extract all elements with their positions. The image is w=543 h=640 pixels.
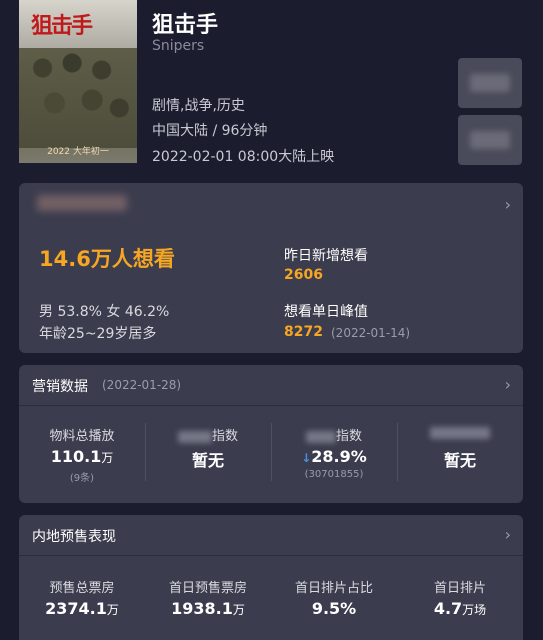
- divider: [19, 555, 523, 556]
- metric-value: ↓28.9%: [301, 447, 367, 466]
- metric-label: 首日排片占比: [294, 581, 373, 596]
- metric-sub: (9条): [69, 473, 95, 484]
- metric-value: 暂无: [191, 451, 224, 470]
- poster-date: 2022 大年初一: [47, 147, 109, 157]
- marketing-title: 营销数据: [32, 379, 88, 395]
- marketing-card[interactable]: 营销数据 (2022-01-28) › 物料总播放 110.1万 (9条) 指数…: [19, 365, 523, 503]
- want-button-label: [470, 74, 510, 92]
- metric-value: 暂无: [443, 451, 476, 470]
- metric-first-day-share: 首日排片占比 9.5%: [271, 577, 397, 618]
- metric-value: 9.5%: [311, 599, 357, 618]
- metric-index-4: 暂无: [397, 425, 523, 471]
- metric-material-plays: 物料总播放 110.1万 (9条): [19, 425, 145, 484]
- want-card[interactable]: › 14.6万人想看 男 53.8% 女 46.2% 年龄25~29岁居多 昨日…: [19, 183, 523, 353]
- metric-label: 物料总播放: [49, 429, 115, 444]
- chevron-right-icon[interactable]: ›: [505, 195, 511, 214]
- presale-card[interactable]: 内地预售表现 › 预售总票房 2374.1万 首日预售票房 1938.1万 首日…: [19, 515, 523, 640]
- age-distribution: 年龄25~29岁居多: [39, 326, 157, 342]
- poster-logo: 狙击手: [31, 13, 93, 39]
- yesterday-new-value: 2606: [284, 267, 323, 283]
- movie-poster[interactable]: 狙击手 2022 大年初一: [19, 0, 137, 163]
- metric-sub: (30701855): [304, 469, 364, 480]
- metric-value: 1938.1万: [171, 599, 245, 618]
- gender-ratio: 男 53.8% 女 46.2%: [39, 304, 170, 320]
- metric-first-day-shows: 首日排片 4.7万场: [397, 577, 523, 618]
- metric-label: 首日预售票房: [168, 581, 247, 596]
- metric-presale-box-office: 预售总票房 2374.1万: [19, 577, 145, 618]
- movie-title: 狙击手: [152, 13, 219, 38]
- rate-button[interactable]: [458, 115, 522, 165]
- presale-title: 内地预售表现: [32, 529, 116, 545]
- movie-english-title: Snipers: [152, 38, 205, 54]
- metric-label: 预售总票房: [49, 581, 115, 596]
- peak-label: 想看单日峰值: [284, 304, 368, 320]
- movie-region-duration: 中国大陆 / 96分钟: [152, 123, 268, 139]
- divider: [19, 405, 523, 406]
- poster-soldiers: [19, 48, 137, 148]
- metric-value: 2374.1万: [45, 599, 119, 618]
- metric-value: 110.1万: [50, 447, 114, 466]
- marketing-date: (2022-01-28): [102, 378, 182, 392]
- metric-label: 指数: [145, 425, 271, 444]
- metric-index-2: 指数 暂无: [145, 425, 271, 471]
- rate-button-label: [470, 131, 510, 149]
- want-count: 14.6万人想看: [39, 247, 175, 271]
- metric-index-3: 指数 ↓28.9% (30701855): [271, 425, 397, 480]
- peak-value: 8272: [284, 324, 323, 340]
- metric-value: 4.7万场: [433, 599, 487, 618]
- peak-date: (2022-01-14): [331, 326, 411, 340]
- metric-label: 指数: [271, 425, 397, 444]
- down-arrow-icon: ↓: [301, 451, 312, 465]
- metric-label: [397, 425, 523, 443]
- metric-label: 首日排片: [433, 581, 486, 596]
- metric-first-day-presale: 首日预售票房 1938.1万: [145, 577, 271, 618]
- want-card-title: [37, 195, 127, 211]
- movie-release: 2022-02-01 08:00大陆上映: [152, 149, 335, 165]
- yesterday-new-label: 昨日新增想看: [284, 248, 368, 264]
- want-button[interactable]: [458, 58, 522, 108]
- chevron-right-icon[interactable]: ›: [505, 375, 511, 394]
- movie-genre: 剧情,战争,历史: [152, 98, 245, 114]
- chevron-right-icon[interactable]: ›: [505, 525, 511, 544]
